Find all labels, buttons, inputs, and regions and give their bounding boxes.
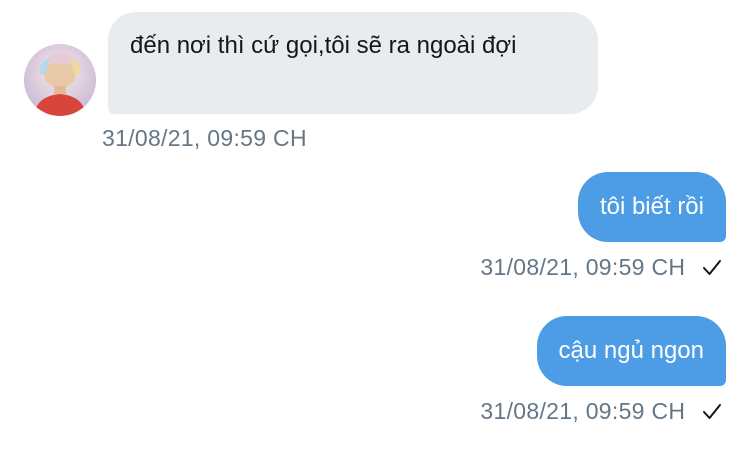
message-timestamp: 31/08/21, 09:59 CH [480,398,722,427]
message-text: cậu ngủ ngon [558,337,704,364]
sender-avatar[interactable] [24,44,96,116]
outgoing-message-bubble[interactable]: cậu ngủ ngon [536,316,726,386]
message-timestamp: 31/08/21, 09:59 CH [102,125,307,151]
message-text: tôi biết rồi [599,193,704,220]
message-timestamp: 31/08/21, 09:59 CH [480,254,722,283]
checkmark-icon [702,400,722,427]
avatar-photo [24,44,96,116]
outgoing-message-bubble[interactable]: tôi biết rồi [577,172,726,242]
checkmark-icon [702,256,722,283]
incoming-message-bubble[interactable]: đến nơi thì cứ gọi,tôi sẽ ra ngoài đợi [108,12,598,114]
message-text: đến nơi thì cứ gọi,tôi sẽ ra ngoài đợi [130,32,517,59]
